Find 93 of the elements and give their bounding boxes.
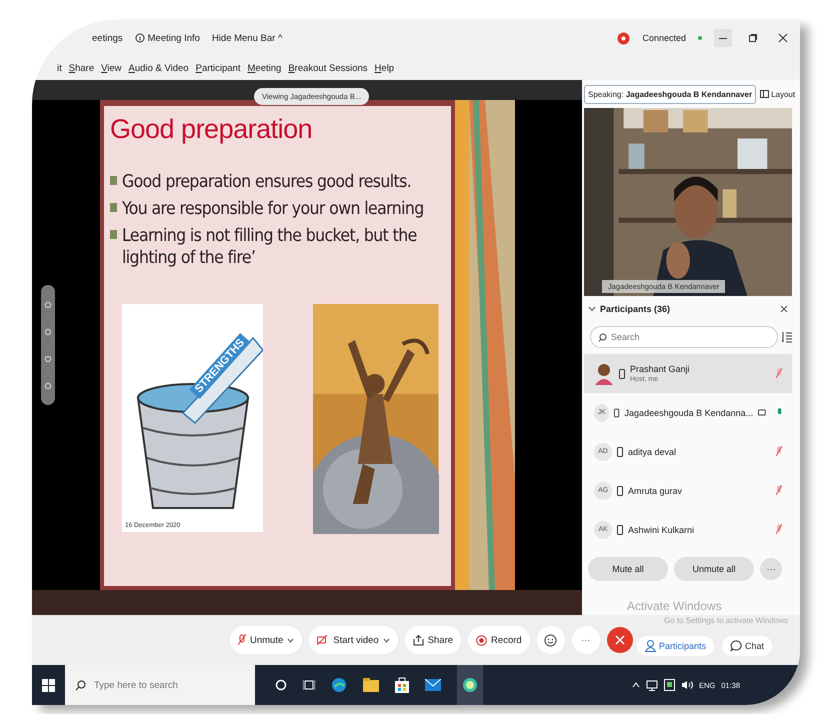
chevron-up-icon[interactable] [632,682,640,688]
search-box[interactable]: Search [590,326,778,348]
participant-name: aditya deval [628,446,678,456]
mail-icon[interactable] [425,679,441,691]
participant-name: Ashwini Kulkarni [628,524,696,534]
menu-item[interactable]: Meeting [248,62,282,74]
layout-icon [760,90,770,98]
share-icon [412,634,424,646]
zoom-tool-icon[interactable] [44,328,52,336]
close-icon[interactable] [780,305,788,313]
muted-mic-icon [238,634,246,646]
menu-item[interactable]: Audio & Video [128,62,189,74]
muted-mic-icon[interactable] [776,485,782,496]
more-button[interactable]: ··· [760,558,782,580]
device-icon [617,524,623,534]
hide-menu-bar-button[interactable]: Hide Menu Bar ^ [212,32,282,44]
layout-button[interactable]: Layout [760,90,796,98]
connection-status: Connected [642,33,686,43]
slide-bullet: You are responsible for your own learning [122,198,424,220]
bullet-icon [110,176,117,185]
close-icon [614,635,625,645]
leave-meeting-button[interactable] [606,627,633,653]
mic-button[interactable]: Unmute [230,626,302,654]
zoom-tool-icon[interactable] [44,300,52,308]
zoom-tool-icon[interactable] [44,382,52,390]
caret-icon[interactable] [382,638,390,642]
record-icon [476,634,488,646]
menu-item[interactable]: Breakout Sessions [288,62,368,74]
unmute-all-button[interactable]: Unmute all [674,557,754,581]
volume-icon[interactable] [680,680,693,690]
chat-button[interactable]: Chat [722,636,772,656]
menu-item[interactable]: Participant [196,62,240,74]
search-field[interactable]: Search [611,332,751,342]
person-icon [644,640,656,652]
menu-item[interactable]: it [57,62,62,74]
participant-name: Amruta gurav [628,486,684,496]
participants-heading: Participants (36) [600,304,670,314]
menu-item[interactable]: Help [374,62,394,74]
store-icon[interactable] [395,677,409,693]
bullet-icon [110,202,117,212]
share-button[interactable]: Share [404,626,462,654]
meeting-info-link[interactable]: Meeting Info [148,32,200,44]
chat-icon [730,640,742,652]
app-tray-icon[interactable] [664,679,675,691]
activation-watermark: Activate Windows [627,599,722,613]
muted-mic-icon[interactable] [776,524,782,535]
device-icon [619,368,625,378]
smiley-icon [544,634,558,646]
taskbar-search-box[interactable]: Type here to search [65,665,255,705]
device-icon [617,486,623,496]
menu-item[interactable]: View [101,62,122,74]
cortana-icon[interactable] [275,679,287,691]
mute-all-button[interactable]: Mute all [588,557,668,581]
zoom-tool-icon[interactable] [44,354,52,362]
slide-bullet: Learning is not filling the bucket, but the lighting of the fire’ [122,224,418,270]
restore-icon [748,33,758,43]
participant-name: Prashant Ganji [630,364,691,374]
video-button[interactable]: Start video [309,626,398,654]
sort-icon[interactable] [782,331,792,343]
slide-title: Good preparation [110,114,314,145]
collapse-icon[interactable] [588,306,596,312]
more-button[interactable]: ··· [572,626,600,654]
taskbar-search-field[interactable]: Type here to search [94,680,244,690]
info-icon [134,33,145,43]
muted-mic-icon[interactable] [776,368,782,379]
avatar-icon [594,362,614,384]
reactions-button[interactable] [536,626,565,654]
slide-bullet: Good preparation ensures good results. [122,171,412,194]
browser-icon[interactable] [331,677,347,693]
windows-start-icon[interactable] [42,678,55,692]
meeting-app-icon[interactable] [457,665,483,705]
minimize-button[interactable] [714,29,732,47]
status-dot-icon [698,36,702,40]
participants-button[interactable]: Participants [636,636,714,656]
bullet-icon [110,230,117,238]
record-button[interactable]: Record [468,626,530,654]
active-speaker-label: Speaking: Jagadeeshgouda B Kendannaver [584,84,756,104]
folder-icon[interactable] [363,678,379,692]
device-icon [617,446,623,456]
menu-item[interactable]: Share [68,62,94,74]
participant-name: Jagadeeshgouda B Kendanna... [624,408,754,418]
network-icon[interactable] [646,680,658,690]
device-icon [614,408,620,418]
video-off-icon [317,635,330,645]
task-view-icon[interactable] [303,679,315,691]
search-icon [598,332,607,342]
muted-mic-icon[interactable] [776,446,782,457]
menu-item[interactable]: eetings [92,32,123,44]
caret-icon[interactable] [287,638,294,642]
close-icon [778,33,788,43]
activation-hint: Go to Settings to activate Windows [664,616,788,625]
search-icon [75,680,86,690]
connection-icon [617,32,630,44]
